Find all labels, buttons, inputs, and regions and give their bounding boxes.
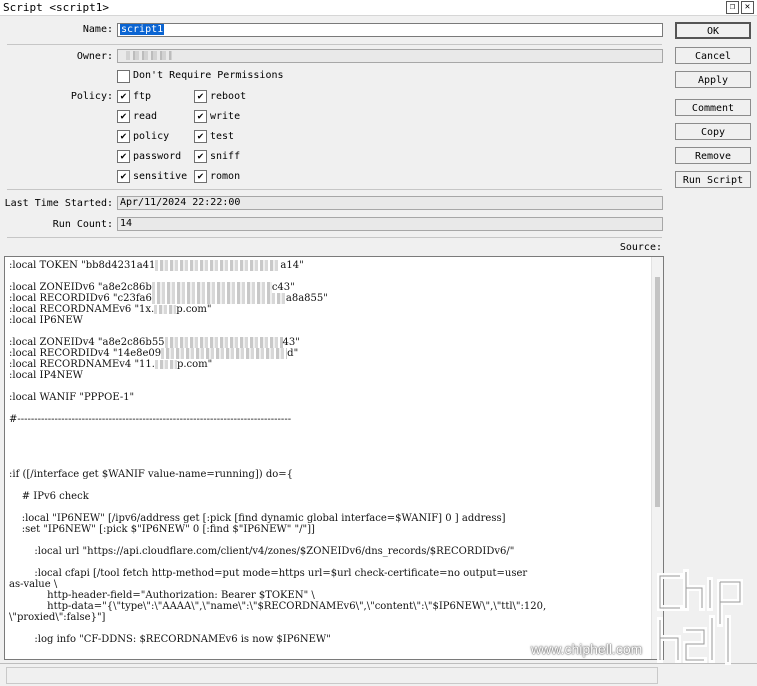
code-line: :local RECORDNAMEv6 "1x. p.com" [9,304,212,315]
source-label: Source: [619,242,662,253]
code-line: :set "IP6NEW" [:pick $"IP6NEW" 0 [:find … [9,524,315,535]
redacted-token [155,260,281,271]
policy-password-label: password [133,151,182,162]
code-line: :local RECORDIDv6 "c23fa6 a8a855" [9,293,328,304]
policy-policy-checkbox[interactable]: ✔ [117,130,130,143]
chiphell-watermark-logo [657,569,743,665]
policy-write-label: write [210,111,241,122]
separator [7,44,662,45]
name-input[interactable]: script1 [117,23,663,37]
code-line: :local IP6NEW [9,315,83,326]
window-title: Script <script1> [3,1,109,14]
policy-romon-label: romon [210,171,241,182]
code-line: :local ZONEIDv6 "a8e2c86b c43" [9,282,295,293]
dont-require-checkbox[interactable] [117,70,130,83]
separator [7,237,662,238]
policy-reboot-label: reboot [210,91,247,102]
policy-sniff-label: sniff [210,151,241,162]
policy-password-checkbox[interactable]: ✔ [117,150,130,163]
cancel-button[interactable]: Cancel [675,47,751,64]
code-line: :local url "https://api.cloudflare.com/c… [9,546,515,557]
policy-test-checkbox[interactable]: ✔ [194,130,207,143]
run-count-label: Run Count: [52,219,113,230]
code-line: :local cfapi [/tool fetch http-method=pu… [9,568,528,579]
redacted-value [154,305,177,314]
code-line: # IPv6 check [9,491,89,502]
last-started-label: Last Time Started: [4,198,113,209]
redacted-value [161,348,288,359]
policy-label: Policy: [70,91,113,102]
run-count-field: 14 [117,217,663,231]
restore-window-icon[interactable]: ❐ [726,1,739,14]
watermark-url: www.chiphell.com [531,641,643,657]
remove-button[interactable]: Remove [675,147,751,164]
apply-button[interactable]: Apply [675,71,751,88]
redacted-value [154,360,177,369]
code-line: :log info "CF-DDNS: $RECORDNAMEv6 is now… [9,634,331,645]
comment-button[interactable]: Comment [675,99,751,116]
code-line: :local ZONEIDv4 "a8e2c86b55 43" [9,337,300,348]
policy-write-checkbox[interactable]: ✔ [194,110,207,123]
redacted-owner [126,50,172,60]
policy-test-label: test [210,131,235,142]
policy-ftp-label: ftp [133,91,152,102]
source-editor[interactable]: :local TOKEN "bb8d4231a41 a14" :local ZON… [4,256,664,660]
code-line: http-data="{\"type\":\"AAAA\",\"name\":\… [9,601,547,612]
redacted-value [151,282,272,293]
window-titlebar: Script <script1> ❐ ✕ [0,0,757,16]
run-script-button[interactable]: Run Script [675,171,751,188]
policy-reboot-checkbox[interactable]: ✔ [194,90,207,103]
code-line: #---------------------------------------… [9,414,292,425]
redacted-value [151,293,286,304]
last-started-field: Apr/11/2024 22:22:00 [117,196,663,210]
policy-read-checkbox[interactable]: ✔ [117,110,130,123]
owner-input[interactable] [117,49,663,63]
status-cell [6,667,658,684]
scrollbar-thumb[interactable] [655,277,660,507]
policy-romon-checkbox[interactable]: ✔ [194,170,207,183]
policy-sniff-checkbox[interactable]: ✔ [194,150,207,163]
ok-button[interactable]: OK [675,22,751,39]
code-line: :local "IP6NEW" [/ipv6/address get [:pic… [9,513,506,524]
dont-require-label: Don't Require Permissions [133,70,284,81]
separator [7,189,662,190]
policy-sensitive-label: sensitive [133,171,188,182]
status-bar [0,663,757,686]
code-line: as-value \ [9,579,58,590]
code-line: :local WANIF "PPPOE-1" [9,392,135,403]
owner-label: Owner: [76,51,113,62]
copy-button[interactable]: Copy [675,123,751,140]
policy-policy-label: policy [133,131,170,142]
redacted-value [164,337,283,348]
name-label: Name: [82,24,113,35]
code-line: \"proxied\":false}"] [9,612,106,623]
code-line: http-header-field="Authorization: Bearer… [9,590,315,601]
code-line: :local RECORDNAMEv4 "11. p.com" [9,359,213,370]
code-line: :local TOKEN "bb8d4231a41 a14" [9,260,304,271]
policy-sensitive-checkbox[interactable]: ✔ [117,170,130,183]
policy-ftp-checkbox[interactable]: ✔ [117,90,130,103]
code-line: :local IP4NEW [9,370,83,381]
code-line: :if ([/interface get $WANIF value-name=r… [9,469,294,480]
name-value: script1 [120,24,165,35]
policy-read-label: read [133,111,158,122]
code-line: :local RECORDIDv4 "14e8e09 d" [9,348,299,359]
close-window-icon[interactable]: ✕ [741,1,754,14]
